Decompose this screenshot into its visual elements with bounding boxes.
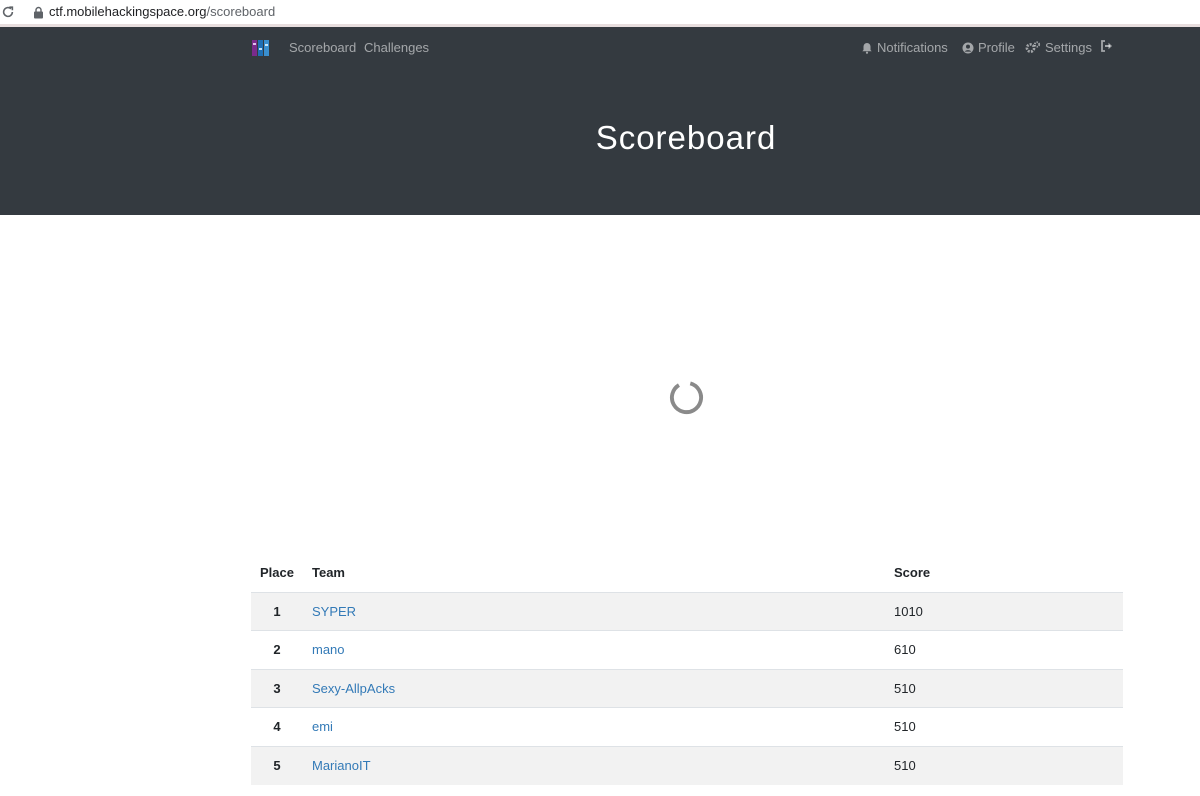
nav-logout-link[interactable] xyxy=(1100,40,1117,52)
url-text[interactable]: ctf.mobilehackingspace.org/scoreboard xyxy=(49,4,275,19)
score-cell: 610 xyxy=(884,630,1123,669)
team-link[interactable]: Sexy-AllpAcks xyxy=(312,681,395,696)
score-cell: 1010 xyxy=(884,591,1123,631)
place-cell: 3 xyxy=(251,668,303,708)
settings-label: Settings xyxy=(1045,40,1092,55)
table-row: 1 SYPER 1010 xyxy=(251,591,1123,631)
column-header-place: Place xyxy=(260,564,294,580)
column-header-score: Score xyxy=(893,564,931,580)
gears-icon xyxy=(1025,41,1041,53)
scoreboard-table: Place Team Score 1 SYPER 1010 2 mano 610… xyxy=(251,553,1123,785)
team-cell: SYPER xyxy=(302,591,885,631)
url-path: /scoreboard xyxy=(206,4,276,19)
nav-settings-link[interactable]: Settings xyxy=(1025,40,1092,55)
loading-spinner-icon xyxy=(669,380,704,415)
table-header-row: Place Team Score xyxy=(251,553,1123,592)
team-link[interactable]: SYPER xyxy=(312,604,356,619)
team-cell: Sexy-AllpAcks xyxy=(302,668,885,708)
team-cell: MarianoIT xyxy=(302,745,885,785)
reload-icon[interactable] xyxy=(0,4,16,20)
nav-scoreboard-link[interactable]: Scoreboard xyxy=(289,40,356,55)
lock-icon[interactable] xyxy=(33,6,44,19)
team-link[interactable]: MarianoIT xyxy=(312,758,371,773)
site-logo-icon[interactable] xyxy=(252,39,270,57)
table-row: 3 Sexy-AllpAcks 510 xyxy=(251,668,1123,708)
bell-icon xyxy=(862,42,872,54)
table-row: 2 mano 610 xyxy=(251,630,1123,669)
team-cell: mano xyxy=(302,630,885,669)
place-cell: 5 xyxy=(251,745,303,785)
place-cell: 4 xyxy=(251,707,303,746)
nav-profile-link[interactable]: Profile xyxy=(962,40,1015,55)
team-link[interactable]: emi xyxy=(312,719,333,734)
place-cell: 2 xyxy=(251,630,303,669)
browser-address-bar: ctf.mobilehackingspace.org/scoreboard xyxy=(0,0,1200,25)
place-cell: 1 xyxy=(251,591,303,631)
score-cell: 510 xyxy=(884,745,1123,785)
notifications-label: Notifications xyxy=(877,40,948,55)
score-cell: 510 xyxy=(884,668,1123,708)
team-link[interactable]: mano xyxy=(312,642,345,657)
table-row: 5 MarianoIT 510 xyxy=(251,745,1123,785)
table-row: 4 emi 510 xyxy=(251,707,1123,746)
column-header-team: Team xyxy=(311,564,345,580)
sign-out-icon xyxy=(1101,40,1112,52)
nav-notifications-link[interactable]: Notifications xyxy=(861,40,948,55)
user-circle-icon xyxy=(962,42,974,53)
profile-label: Profile xyxy=(978,40,1015,55)
url-host: ctf.mobilehackingspace.org xyxy=(49,4,207,19)
page-title: Scoreboard xyxy=(595,119,777,156)
score-cell: 510 xyxy=(884,707,1123,746)
header: Scoreboard Challenges Notifications Prof… xyxy=(0,27,1200,215)
nav-challenges-link[interactable]: Challenges xyxy=(364,40,429,55)
team-cell: emi xyxy=(302,707,885,746)
